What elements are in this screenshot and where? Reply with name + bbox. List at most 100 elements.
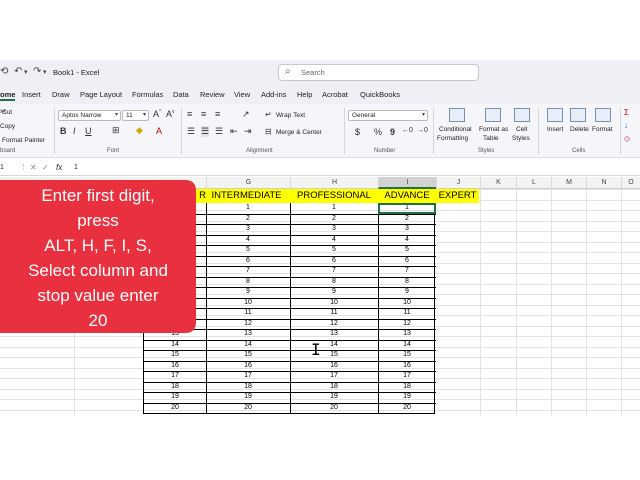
table-cell-h[interactable]: 19 (290, 392, 378, 403)
header-cell-professional[interactable]: PROFESSIONAL (290, 189, 378, 203)
decrease-font-icon[interactable]: Av (166, 109, 175, 119)
delete-cells-button[interactable]: Delete (570, 126, 589, 133)
table-cell-g[interactable]: 19 (206, 392, 290, 403)
table-cell-g[interactable]: 5 (206, 245, 290, 256)
table-cell-g[interactable]: 14 (206, 340, 290, 351)
table-cell-g[interactable]: 8 (206, 277, 290, 288)
table-cell-i[interactable]: 9 (378, 287, 436, 298)
font-size-select[interactable]: 11 ▾ (122, 110, 149, 121)
column-header-i[interactable]: I (378, 177, 436, 189)
format-cells-icon[interactable] (595, 108, 611, 122)
insert-function-icon[interactable]: fx (56, 163, 62, 172)
qat-customize-icon[interactable]: ▾ (43, 68, 47, 76)
cell-styles-label-1[interactable]: Cell (516, 126, 527, 133)
borders-icon[interactable]: ⊞ (112, 125, 120, 136)
enter-icon[interactable]: ✓ (42, 163, 49, 172)
clear-icon[interactable]: ◇ (624, 134, 630, 143)
currency-button[interactable]: $ (355, 127, 360, 137)
table-cell-h[interactable]: 3 (290, 224, 378, 235)
table-cell-f[interactable]: 15 (144, 350, 206, 361)
increase-indent-icon[interactable]: ⇥ (244, 126, 252, 137)
column-header-g[interactable]: G (206, 177, 290, 189)
table-cell-g[interactable]: 12 (206, 319, 290, 330)
table-cell-f[interactable]: 16 (144, 361, 206, 372)
table-cell-i[interactable]: 10 (378, 298, 436, 309)
table-cell-f[interactable]: 20 (144, 403, 206, 414)
table-cell-i[interactable]: 4 (378, 235, 436, 246)
column-header-l[interactable]: L (516, 177, 551, 189)
table-cell-h[interactable]: 18 (290, 382, 378, 393)
increase-decimal-icon[interactable]: ←0 (402, 127, 413, 134)
align-right-icon[interactable]: ☰ (215, 126, 223, 137)
merge-center-button[interactable]: Merge & Center (276, 129, 322, 136)
tab-review[interactable]: Review (200, 90, 225, 99)
column-header-h[interactable]: H (290, 177, 378, 189)
tab-page-layout[interactable]: Page Layout (80, 90, 122, 99)
table-cell-h[interactable]: 12 (290, 319, 378, 330)
table-cell-i[interactable]: 7 (378, 266, 436, 277)
table-cell-h[interactable]: 1 (290, 203, 378, 214)
wrap-text-button[interactable]: Wrap Text (276, 112, 305, 119)
table-cell-g[interactable]: 11 (206, 308, 290, 319)
decrease-decimal-icon[interactable]: →0 (417, 127, 428, 134)
table-cell-i[interactable]: 5 (378, 245, 436, 256)
table-cell-i[interactable]: 14 (378, 340, 436, 351)
table-cell-g[interactable]: 17 (206, 371, 290, 382)
tab-home[interactable]: ome (0, 90, 16, 101)
table-cell-h[interactable]: 7 (290, 266, 378, 277)
name-box-dropdown-icon[interactable]: ⋮ (20, 163, 27, 171)
tab-add-ins[interactable]: Add-ins (261, 90, 286, 99)
column-header-n[interactable]: N (586, 177, 621, 189)
column-header-j[interactable]: J (436, 177, 480, 189)
header-cell-expert[interactable]: EXPERT (436, 189, 479, 203)
underline-icon[interactable]: U (85, 126, 92, 136)
decrease-indent-icon[interactable]: ⇤ (230, 126, 238, 137)
number-format-select[interactable]: General ▾ (348, 110, 428, 121)
table-cell-g[interactable]: 10 (206, 298, 290, 309)
table-cell-i[interactable]: 8 (378, 277, 436, 288)
table-cell-h[interactable]: 16 (290, 361, 378, 372)
table-cell-h[interactable]: 5 (290, 245, 378, 256)
delete-cells-icon[interactable] (570, 108, 586, 122)
table-cell-f[interactable]: 19 (144, 392, 206, 403)
tab-insert[interactable]: Insert (22, 90, 41, 99)
table-cell-g[interactable]: 18 (206, 382, 290, 393)
copy-button[interactable]: Copy (0, 123, 15, 130)
format-painter-button[interactable]: Format Painter (2, 137, 45, 144)
tab-data[interactable]: Data (173, 90, 189, 99)
orientation-icon[interactable]: ↗ (242, 109, 250, 120)
table-cell-g[interactable]: 1 (206, 203, 290, 214)
fill-icon[interactable]: ↓ (624, 121, 628, 130)
format-as-table-label-2[interactable]: Table (483, 135, 499, 142)
align-top-icon[interactable]: ≡ (187, 109, 192, 119)
table-cell-g[interactable]: 3 (206, 224, 290, 235)
column-header-k[interactable]: K (480, 177, 516, 189)
table-cell-h[interactable]: 6 (290, 256, 378, 267)
percent-button[interactable]: % (374, 127, 382, 137)
tab-formulas[interactable]: Formulas (132, 90, 163, 99)
table-cell-h[interactable]: 4 (290, 235, 378, 246)
bold-icon[interactable]: B (60, 126, 67, 136)
align-center-icon[interactable]: ☰ (201, 126, 210, 137)
fill-color-icon[interactable]: ◆ (136, 125, 143, 136)
cancel-icon[interactable]: ✕ (30, 163, 37, 172)
align-middle-icon[interactable]: ≡ (201, 109, 206, 119)
undo-dropdown-icon[interactable]: ▾ (24, 68, 28, 76)
format-as-table-icon[interactable] (485, 108, 501, 122)
table-cell-i[interactable]: 12 (378, 319, 436, 330)
table-cell-g[interactable]: 7 (206, 266, 290, 277)
table-cell-h[interactable]: 13 (290, 329, 378, 340)
header-cell-advance[interactable]: ADVANCE (378, 189, 436, 203)
table-cell-g[interactable]: 6 (206, 256, 290, 267)
cell-styles-label-2[interactable]: Styles (512, 135, 530, 142)
align-bottom-icon[interactable]: ≡ (215, 109, 220, 119)
conditional-formatting-label-1[interactable]: Conditional (439, 126, 472, 133)
table-cell-h[interactable]: 15 (290, 350, 378, 361)
table-cell-i[interactable]: 20 (378, 403, 436, 414)
table-cell-i[interactable]: 11 (378, 308, 436, 319)
table-cell-i[interactable]: 19 (378, 392, 436, 403)
autosave-icon[interactable]: ⟲ (0, 66, 8, 77)
insert-cells-icon[interactable] (547, 108, 563, 122)
table-cell-g[interactable]: 16 (206, 361, 290, 372)
table-cell-h[interactable]: 14 (290, 340, 378, 351)
